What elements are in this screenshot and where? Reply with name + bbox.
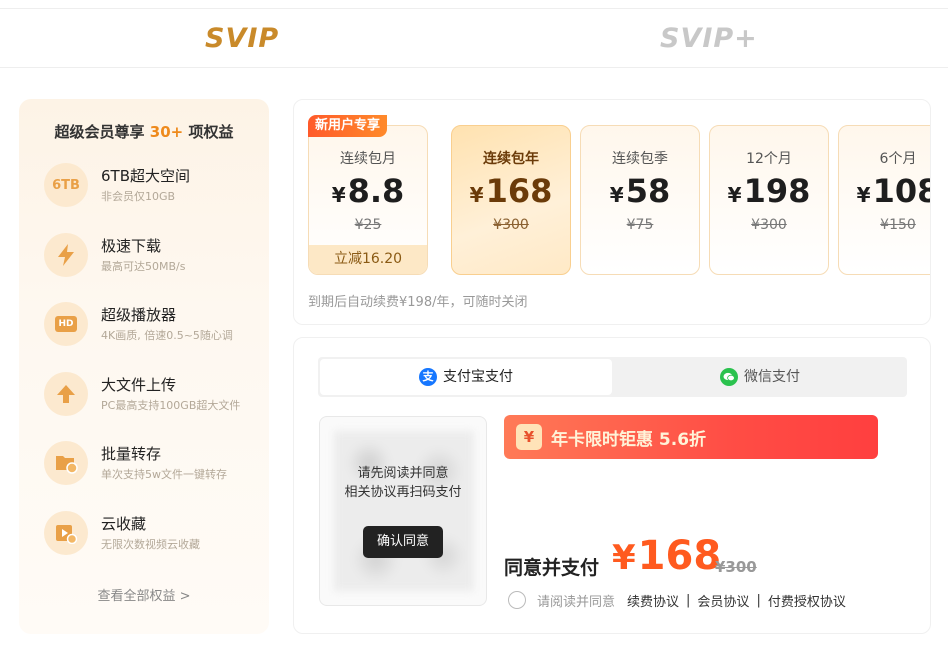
plan-card-monthly[interactable]: 连续包月 ¥8.8 ¥25 立减16.20 xyxy=(308,125,428,275)
benefit-item: 大文件上传 PC最高支持100GB超大文件 xyxy=(44,370,274,420)
upload-arrow-icon xyxy=(44,372,88,416)
alipay-label: 支付宝支付 xyxy=(443,369,513,385)
tab-svip-plus[interactable]: SVIP+ xyxy=(660,23,758,54)
benefit-desc: 最高可达50MB/s xyxy=(101,260,186,273)
promo-text: 年卡限时钜惠 5.6折 xyxy=(551,430,707,450)
payment-method-tabs: 支 支付宝支付 微信支付 xyxy=(318,357,907,397)
plan-card-yearly[interactable]: 连续包年 ¥168 ¥300 xyxy=(451,125,571,275)
plan-original-price: ¥300 xyxy=(751,217,787,233)
plan-card-12-months[interactable]: 12个月 ¥198 ¥300 xyxy=(709,125,829,275)
confirm-agree-button[interactable]: 确认同意 xyxy=(363,526,443,558)
qr-notice: 请先阅读并同意 相关协议再扫码支付 xyxy=(320,464,486,502)
plan-price: ¥58 xyxy=(609,172,671,210)
benefit-name: 6TB超大空间 xyxy=(101,167,190,185)
agreement-row: 请阅读并同意 续费协议 | 会员协议 | 付费授权协议 xyxy=(508,590,846,610)
benefit-desc: 无限次数视频云收藏 xyxy=(101,538,200,551)
benefit-desc: PC最高支持100GB超大文件 xyxy=(101,399,241,412)
lightning-icon xyxy=(44,233,88,277)
alipay-icon: 支 xyxy=(419,368,437,386)
promo-banner: ¥ 年卡限时钜惠 5.6折 xyxy=(504,415,878,459)
plan-name: 12个月 xyxy=(746,151,792,167)
coupon-icon: ¥ xyxy=(516,424,542,450)
renewal-agreement-link[interactable]: 续费协议 xyxy=(627,591,679,610)
wechat-label: 微信支付 xyxy=(744,369,800,385)
benefit-item: 极速下载 最高可达50MB/s xyxy=(44,231,274,281)
batch-folder-icon xyxy=(44,441,88,485)
benefit-name: 大文件上传 xyxy=(101,376,177,394)
qr-notice-line1: 请先阅读并同意 xyxy=(357,466,449,481)
benefit-desc: 4K画质, 倍速0.5~5随心调 xyxy=(101,329,233,342)
storage-6tb-icon: 6TB xyxy=(44,163,88,207)
benefit-item: 批量转存 单次支持5w文件一键转存 xyxy=(44,439,274,489)
hd-player-icon: HD xyxy=(44,302,88,346)
payment-section: 支 支付宝支付 微信支付 请先阅读并同意 相关协议再扫码支付 确认同意 ¥ 年卡… xyxy=(293,337,931,634)
see-all-benefits-link[interactable]: 查看全部权益 > xyxy=(19,585,269,604)
benefit-name: 超级播放器 xyxy=(101,306,177,324)
blurred-qr-code xyxy=(334,431,474,591)
plan-original-price: ¥25 xyxy=(354,217,382,233)
agree-and-pay-label: 同意并支付 xyxy=(504,557,600,579)
membership-tabs: SVIP SVIP+ xyxy=(0,8,948,68)
tab-alipay[interactable]: 支 支付宝支付 xyxy=(320,359,612,395)
membership-agreement-link[interactable]: 会员协议 xyxy=(697,591,749,610)
qr-notice-line2: 相关协议再扫码支付 xyxy=(344,485,462,500)
plans-section: 新用户专享 连续包月 ¥8.8 ¥25 立减16.20 连续包年 ¥168 ¥3… xyxy=(293,99,931,325)
payment-authorization-link[interactable]: 付费授权协议 xyxy=(768,591,846,610)
plan-name: 连续包月 xyxy=(340,151,396,167)
plan-original-price: ¥75 xyxy=(626,217,654,233)
benefits-title-suffix: 项权益 xyxy=(188,123,234,141)
benefit-item: 6TB 6TB超大空间 非会员仅10GB xyxy=(44,161,274,211)
benefits-title: 超级会员尊享 30+ 项权益 xyxy=(19,121,269,142)
plan-name: 连续包季 xyxy=(612,151,668,167)
new-user-badge: 新用户专享 xyxy=(308,115,388,137)
benefits-title-prefix: 超级会员尊享 xyxy=(54,123,145,141)
qr-code-area: 请先阅读并同意 相关协议再扫码支付 确认同意 xyxy=(319,416,487,606)
divider: | xyxy=(686,592,691,608)
plan-price: ¥198 xyxy=(727,172,811,210)
plan-card-6-months[interactable]: 6个月 ¥108 ¥150 xyxy=(838,125,930,275)
plan-card-quarterly[interactable]: 连续包季 ¥58 ¥75 xyxy=(580,125,700,275)
plan-price: ¥8.8 xyxy=(331,172,405,210)
benefits-panel: 超级会员尊享 30+ 项权益 6TB 6TB超大空间 非会员仅10GB 极速下载… xyxy=(19,99,269,634)
benefit-desc: 非会员仅10GB xyxy=(101,190,176,203)
tab-wechat-pay[interactable]: 微信支付 xyxy=(613,357,907,397)
benefit-name: 极速下载 xyxy=(101,237,162,255)
plan-price: ¥168 xyxy=(469,172,553,210)
benefit-desc: 单次支持5w文件一键转存 xyxy=(101,468,227,481)
plan-name: 连续包年 xyxy=(483,151,539,167)
plan-original-price: ¥300 xyxy=(493,217,529,233)
wechat-icon xyxy=(720,368,738,386)
plan-name: 6个月 xyxy=(879,151,917,167)
benefit-item: HD 超级播放器 4K画质, 倍速0.5~5随心调 xyxy=(44,300,274,350)
tab-svip[interactable]: SVIP xyxy=(205,23,279,54)
plan-original-price: ¥150 xyxy=(880,217,916,233)
plan-price: ¥108 xyxy=(856,172,930,210)
pay-original-price: ¥300 xyxy=(715,558,757,576)
auto-renew-note: 到期后自动续费¥198/年，可随时关闭 xyxy=(308,295,528,310)
pay-price: ¥168 xyxy=(612,533,722,579)
divider: | xyxy=(756,592,761,608)
benefit-name: 云收藏 xyxy=(101,515,147,533)
benefit-name: 批量转存 xyxy=(101,445,162,463)
benefits-count: 30+ xyxy=(149,123,184,141)
benefit-item: 云收藏 无限次数视频云收藏 xyxy=(44,509,274,559)
agree-lead-text: 请阅读并同意 xyxy=(537,594,616,610)
plan-discount-note: 立减16.20 xyxy=(309,245,427,274)
video-collect-icon xyxy=(44,511,88,555)
agree-radio[interactable] xyxy=(508,591,526,609)
